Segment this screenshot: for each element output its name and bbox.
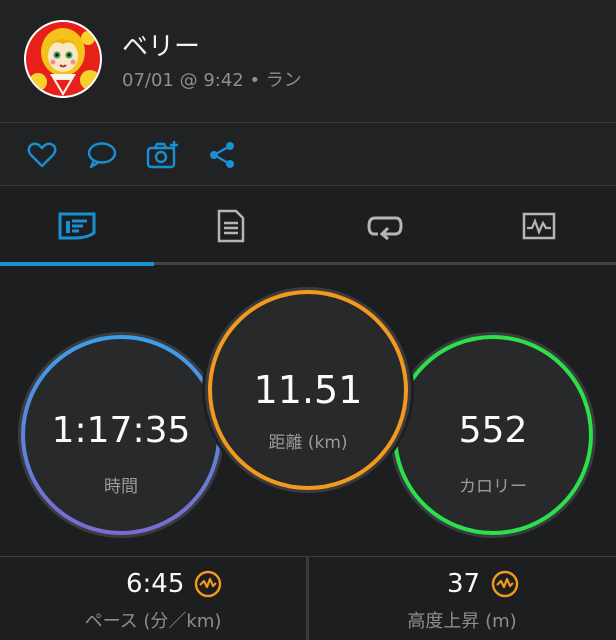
stats-panel: 1:17:35 時間 552 カロリー 11.51 距離 (km) [0,266,616,556]
activity-meta: 07/01 @ 9:42 • ラン [122,70,302,91]
time-stat: 1:17:35 時間 [16,330,226,540]
time-label: 時間 [104,477,138,497]
pace-bolt-icon [194,570,222,598]
share-icon[interactable] [206,139,238,171]
pace-value: 6:45 [126,569,185,599]
pace-metric[interactable]: 6:45 ペース (分／km) [0,557,306,640]
stats-icon [58,212,96,240]
activity-header: ベリー 07/01 @ 9:42 • ラン [0,0,616,122]
bottom-metrics: 6:45 ペース (分／km) 37 高度上昇 (m) [0,557,616,640]
laps-icon [367,216,403,240]
graph-icon [522,212,556,240]
tab-bar [0,186,616,266]
tab-details[interactable] [154,186,308,266]
avatar[interactable] [24,20,102,98]
action-bar [0,123,616,185]
elevation-value: 37 [447,569,481,599]
pace-label: ペース (分／km) [84,611,222,632]
elevation-label: 高度上昇 (m) [407,611,517,632]
distance-value: 11.51 [253,368,363,412]
distance-stat: 11.51 距離 (km) [202,284,414,496]
distance-label: 距離 (km) [268,433,348,453]
calories-label: カロリー [459,477,527,497]
tab-stats[interactable] [0,186,154,266]
tab-graph[interactable] [462,186,616,266]
user-name[interactable]: ベリー [122,26,200,63]
calories-value: 552 [458,410,528,451]
time-value: 1:17:35 [51,410,191,451]
heart-icon[interactable] [26,139,58,171]
elevation-bolt-icon [491,570,519,598]
add-photo-icon[interactable] [146,139,178,171]
comment-icon[interactable] [86,139,118,171]
elevation-metric[interactable]: 37 高度上昇 (m) [309,557,615,640]
calories-stat: 552 カロリー [388,330,598,540]
details-icon [217,209,245,243]
tab-laps[interactable] [308,186,462,266]
